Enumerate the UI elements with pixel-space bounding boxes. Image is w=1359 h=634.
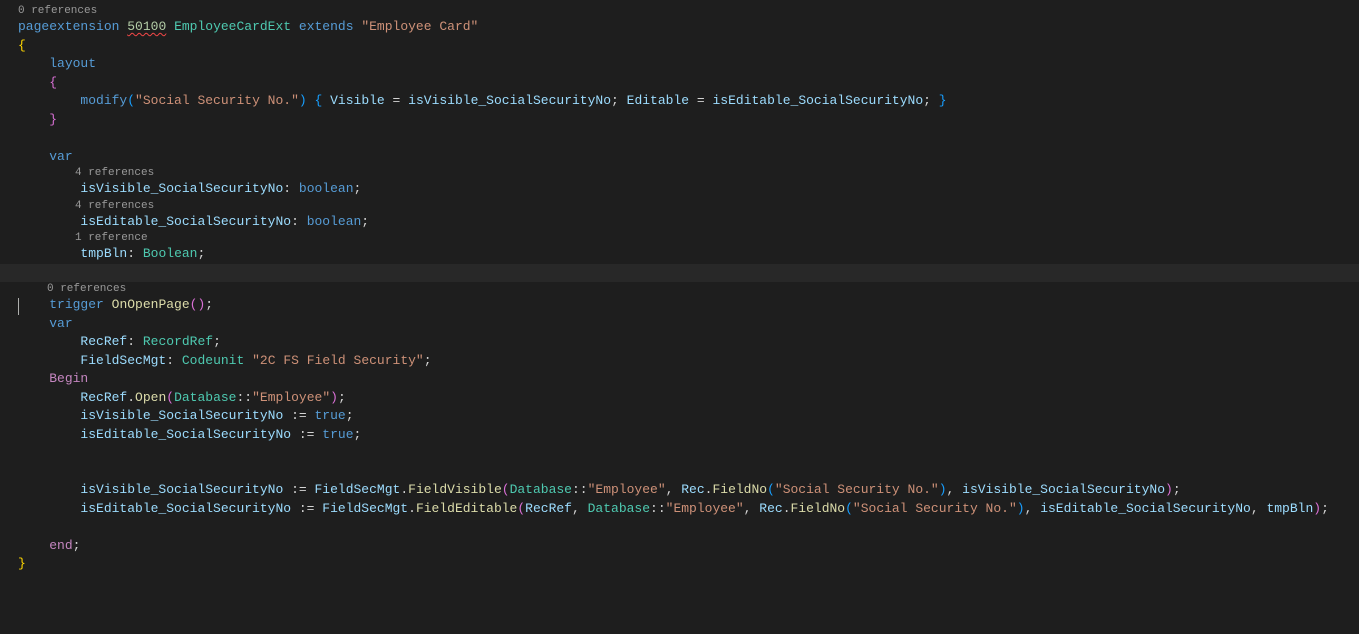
code-line: var [18, 148, 1359, 167]
codelens[interactable]: 1 reference [18, 231, 1359, 245]
code-line: } [18, 555, 1359, 574]
code-line: isEditable_SocialSecurityNo: boolean; [18, 213, 1359, 232]
code-line: Begin [18, 370, 1359, 389]
codelens[interactable]: 4 references [18, 166, 1359, 180]
codelens[interactable]: 4 references [18, 199, 1359, 213]
code-line: { [18, 37, 1359, 56]
code-line [18, 129, 1359, 148]
code-line: isVisible_SocialSecurityNo := true; [18, 407, 1359, 426]
code-line: RecRef: RecordRef; [18, 333, 1359, 352]
code-line: } [18, 111, 1359, 130]
code-line: isEditable_SocialSecurityNo := true; [18, 426, 1359, 445]
codelens[interactable]: 0 references [18, 4, 1359, 18]
code-line: FieldSecMgt: Codeunit "2C FS Field Secur… [18, 352, 1359, 371]
code-line: end; [18, 537, 1359, 556]
code-line: isEditable_SocialSecurityNo := FieldSecM… [18, 500, 1359, 519]
code-line: RecRef.Open(Database::"Employee"); [18, 389, 1359, 408]
code-line: var [18, 315, 1359, 334]
code-line: tmpBln: Boolean; [18, 245, 1359, 264]
text-cursor [18, 298, 19, 315]
code-line [18, 463, 1359, 482]
codelens[interactable]: 0 references [18, 282, 1359, 296]
code-line: isVisible_SocialSecurityNo := FieldSecMg… [18, 481, 1359, 500]
code-line: pageextension 50100 EmployeeCardExt exte… [18, 18, 1359, 37]
code-editor[interactable]: 0 references pageextension 50100 Employe… [0, 0, 1359, 574]
code-line: modify("Social Security No.") { Visible … [18, 92, 1359, 111]
current-line [0, 264, 1359, 283]
code-line: isVisible_SocialSecurityNo: boolean; [18, 180, 1359, 199]
code-line: { [18, 74, 1359, 93]
code-line: trigger OnOpenPage(); [18, 296, 1359, 315]
code-line: layout [18, 55, 1359, 74]
code-line [18, 444, 1359, 463]
code-line [18, 518, 1359, 537]
